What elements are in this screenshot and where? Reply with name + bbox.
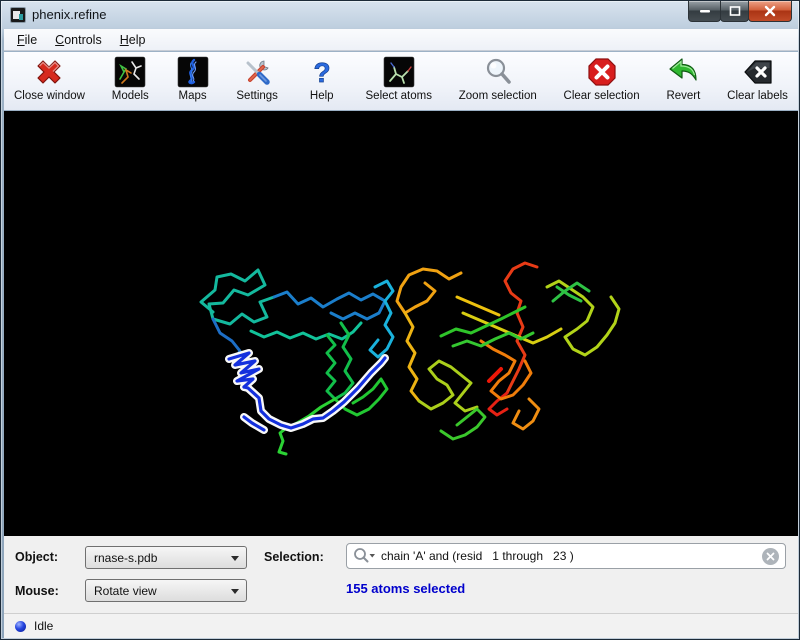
app-window: phenix.refine File Controls Help [0, 0, 800, 640]
status-text: Idle [34, 619, 53, 633]
clear-search-icon [766, 552, 775, 561]
menubar: File Controls Help [4, 29, 798, 51]
toolbar-maps[interactable]: Maps [176, 55, 210, 102]
selection-input[interactable] [377, 549, 762, 563]
toolbar-label: Select atoms [366, 90, 432, 102]
chevron-down-icon [231, 556, 239, 561]
titlebar[interactable]: phenix.refine [1, 1, 799, 29]
mouse-dropdown[interactable]: Rotate view [85, 579, 247, 602]
menu-controls[interactable]: Controls [46, 30, 111, 50]
select-atoms-icon [382, 55, 416, 89]
toolbar-label: Close window [14, 90, 85, 102]
object-label: Object: [15, 550, 58, 564]
toolbar-close-window[interactable]: Close window [14, 55, 85, 102]
svg-text:?: ? [313, 57, 330, 88]
toolbar-select-atoms[interactable]: Select atoms [366, 55, 432, 102]
toolbar-label: Clear labels [727, 90, 788, 102]
control-panel: Object: rnase-s.pdb Selection: Mouse: Ro… [4, 536, 798, 613]
molecule-viewport[interactable] [4, 111, 798, 536]
toolbar-models[interactable]: Models [112, 55, 149, 102]
toolbar-label: Clear selection [564, 90, 640, 102]
maximize-button[interactable] [720, 1, 749, 22]
help-icon: ? [305, 55, 339, 89]
status-dot-icon [15, 621, 26, 632]
selection-searchbox [346, 543, 786, 569]
menu-file[interactable]: File [8, 30, 46, 50]
close-icon [764, 5, 776, 17]
toolbar-revert[interactable]: Revert [666, 55, 700, 102]
toolbar-settings[interactable]: Settings [236, 55, 278, 102]
minimize-icon [699, 9, 711, 13]
toolbar: Close window Models [4, 52, 798, 110]
mouse-dropdown-value: Rotate view [94, 584, 157, 598]
toolbar-help[interactable]: ? Help [305, 55, 339, 102]
clear-selection-icon [585, 55, 619, 89]
toolbar-label: Models [112, 90, 149, 102]
toolbar-zoom-selection[interactable]: Zoom selection [459, 55, 537, 102]
close-window-icon [32, 55, 66, 89]
toolbar-label: Help [310, 90, 334, 102]
close-button[interactable] [748, 1, 792, 22]
toolbar-label: Revert [666, 90, 700, 102]
toolbar-clear-selection[interactable]: Clear selection [564, 55, 640, 102]
minimize-button[interactable] [688, 1, 721, 22]
object-dropdown[interactable]: rnase-s.pdb [85, 546, 247, 569]
maximize-icon [729, 6, 741, 17]
statusbar: Idle [4, 613, 798, 638]
selection-label: Selection: [264, 550, 324, 564]
zoom-selection-icon [481, 55, 515, 89]
revert-icon [666, 55, 700, 89]
window-title: phenix.refine [32, 7, 106, 22]
search-icon [353, 547, 377, 565]
toolbar-clear-labels[interactable]: Clear labels [727, 55, 788, 102]
settings-icon [240, 55, 274, 89]
object-dropdown-value: rnase-s.pdb [94, 551, 157, 565]
molecule-svg [4, 111, 798, 536]
menu-help[interactable]: Help [111, 30, 155, 50]
app-icon [10, 7, 26, 23]
maps-icon [176, 55, 210, 89]
window-controls [689, 1, 792, 22]
chevron-down-icon [231, 589, 239, 594]
toolbar-label: Zoom selection [459, 90, 537, 102]
toolbar-label: Settings [236, 90, 278, 102]
toolbar-label: Maps [179, 90, 207, 102]
clear-labels-icon [741, 55, 775, 89]
clear-search-button[interactable] [762, 548, 779, 565]
models-icon [113, 55, 147, 89]
mouse-label: Mouse: [15, 584, 59, 598]
atoms-selected-text: 155 atoms selected [346, 581, 465, 596]
